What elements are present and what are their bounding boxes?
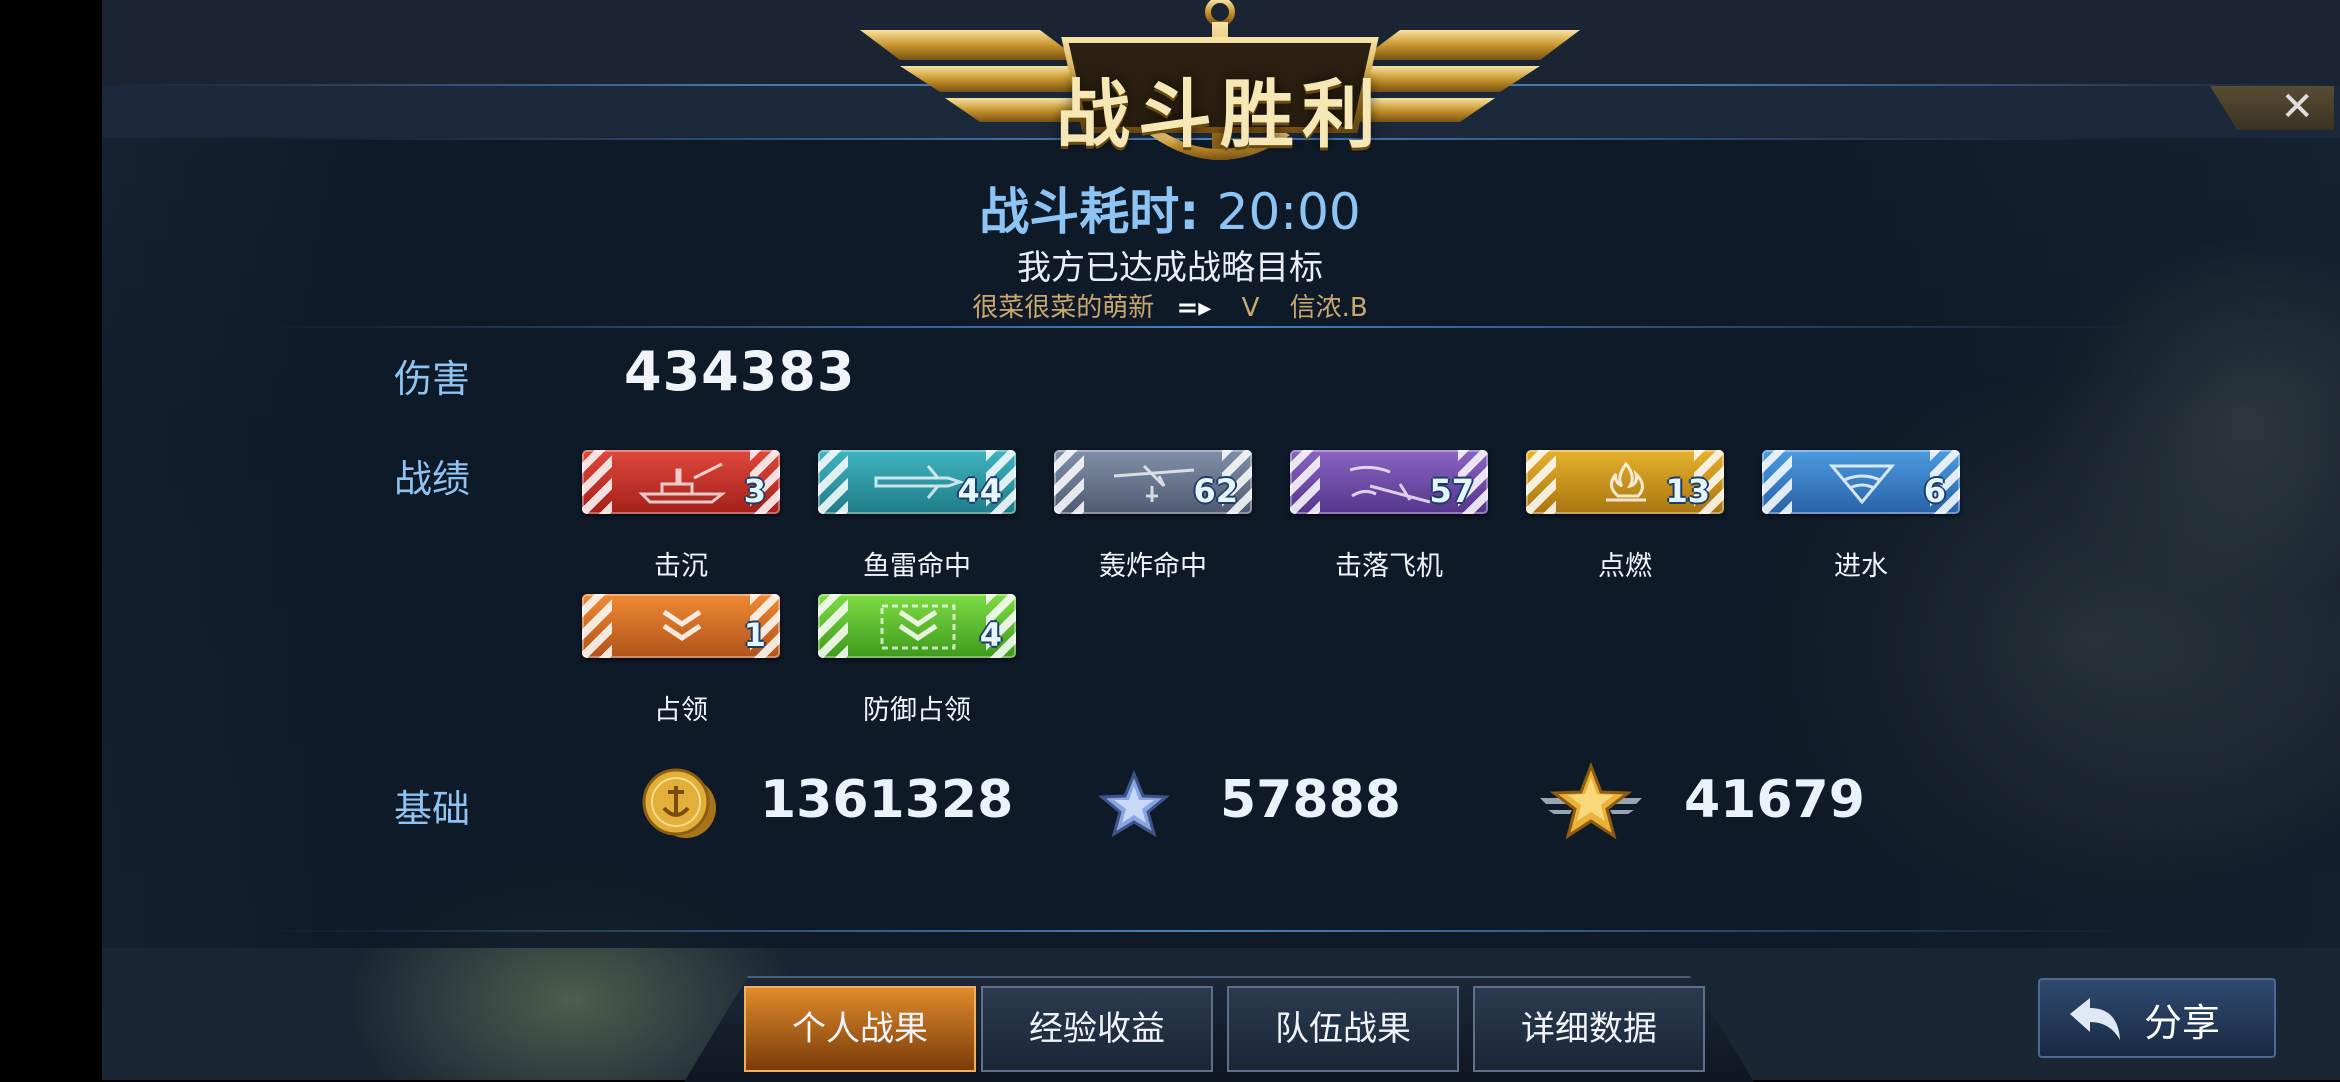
duration-label: 战斗耗时: — [979, 183, 1200, 241]
record-label-fire: 点燃 — [1598, 551, 1652, 582]
record-badge-bomb[interactable]: 62 — [1054, 450, 1252, 514]
defend-capture-icon — [880, 604, 956, 650]
matchup-row: 很菜很菜的萌新 =▸ V 信浓.B — [0, 287, 2340, 324]
share-arrow-icon — [2070, 998, 2120, 1040]
record-label-bomb: 轰炸命中 — [1099, 551, 1207, 582]
exp-star-icon — [1540, 762, 1642, 840]
records-label: 战绩 — [394, 457, 471, 501]
record-badge-torpedo[interactable]: 44 — [818, 450, 1016, 514]
record-count: 57 — [1429, 472, 1474, 510]
star-icon — [1098, 770, 1170, 838]
panel-bottom-divider — [262, 930, 2142, 932]
flood-icon — [1828, 464, 1896, 505]
header-divider — [262, 326, 2142, 328]
record-label-capture: 占领 — [654, 695, 708, 726]
record-label-defend: 防御占领 — [863, 695, 971, 726]
arrow-icon: =▸ — [1176, 293, 1212, 323]
capture-icon — [662, 609, 702, 642]
record-badge-flood[interactable]: 6 — [1762, 450, 1960, 514]
record-count: 62 — [1193, 472, 1238, 510]
player-name: 很菜很菜的萌新 — [972, 293, 1155, 323]
plane-down-icon — [1349, 465, 1431, 504]
vs-mark: V — [1241, 293, 1260, 323]
tab-team-results[interactable]: 队伍战果 — [1227, 986, 1459, 1072]
opponent-name: 信浓.B — [1289, 293, 1368, 323]
exp-value: 41679 — [1684, 770, 1865, 830]
ship-icon — [638, 462, 727, 504]
record-count: 4 — [979, 616, 1002, 654]
record-label-shotdown: 击落飞机 — [1335, 551, 1443, 582]
record-count: 1 — [743, 616, 766, 654]
bomber-icon — [1113, 464, 1195, 502]
tab-detailed-data[interactable]: 详细数据 — [1473, 986, 1705, 1072]
objective-text: 我方已达成战略目标 — [1017, 248, 1323, 288]
record-badge-capture[interactable]: 1 — [582, 594, 780, 658]
record-count: 13 — [1665, 472, 1710, 510]
stars-value: 57888 — [1220, 770, 1401, 830]
coin-icon — [642, 768, 716, 838]
record-count: 44 — [957, 472, 1002, 510]
share-button[interactable]: 分享 — [2038, 978, 2276, 1058]
record-label-flood: 进水 — [1834, 551, 1888, 582]
record-badge-shotdown[interactable]: 57 — [1290, 450, 1488, 514]
battle-duration: 战斗耗时: 20:00 — [0, 172, 2340, 244]
damage-label: 伤害 — [394, 357, 471, 401]
victory-title: 战斗胜利 — [1056, 72, 1384, 158]
torpedo-icon — [874, 465, 965, 499]
record-badge-defend[interactable]: 4 — [818, 594, 1016, 658]
fire-icon — [1606, 461, 1646, 502]
tab-exp-rewards[interactable]: 经验收益 — [981, 986, 1213, 1072]
close-icon: ✕ — [2280, 84, 2314, 130]
share-label: 分享 — [2144, 1001, 2221, 1045]
record-count: 6 — [1923, 472, 1946, 510]
record-count: 3 — [743, 472, 766, 510]
record-label-torpedo: 鱼雷命中 — [863, 551, 971, 582]
tab-personal-results[interactable]: 个人战果 — [744, 986, 976, 1072]
coins-value: 1361328 — [760, 770, 1014, 830]
duration-value: 20:00 — [1216, 183, 1361, 241]
record-label-sunk: 击沉 — [654, 551, 708, 582]
record-badge-fire[interactable]: 13 — [1526, 450, 1724, 514]
record-badge-sunk[interactable]: 3 — [582, 450, 780, 514]
basic-label: 基础 — [394, 787, 471, 831]
damage-value: 434383 — [624, 340, 856, 403]
